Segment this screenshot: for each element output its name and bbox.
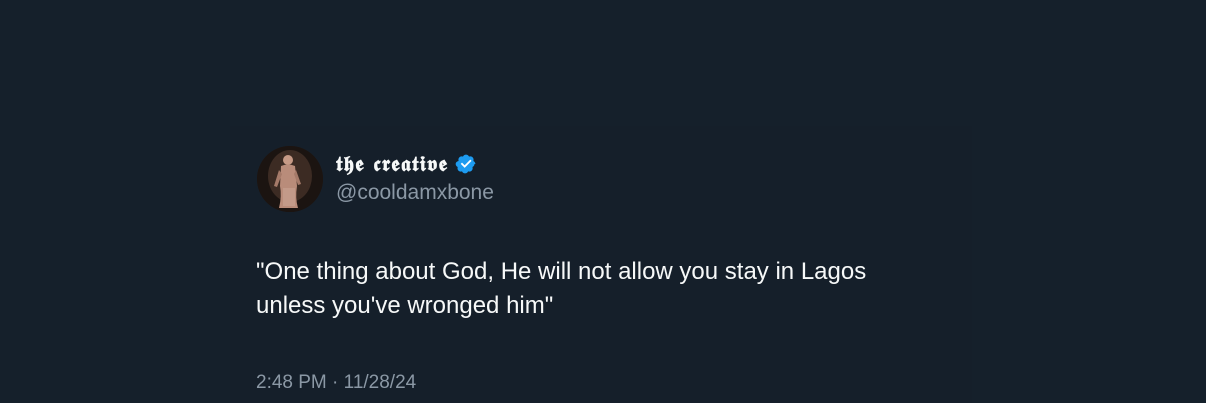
- tweet-timestamp[interactable]: 2:48 PM · 11/28/24: [256, 372, 416, 394]
- tweet-text-line: unless you've wronged him": [256, 292, 554, 319]
- author-handle[interactable]: @cooldamxbone: [336, 181, 494, 205]
- author-display-name-row[interactable]: 𝖙𝖍𝖊 𝖈𝖗𝖊𝖆𝖙𝖎𝖛𝖊: [336, 149, 477, 179]
- timestamp-separator: ·: [332, 372, 339, 393]
- avatar-photo: [257, 146, 323, 212]
- verified-badge-icon: [455, 153, 477, 175]
- avatar[interactable]: [257, 146, 323, 212]
- tweet-date: 11/28/24: [343, 372, 417, 393]
- tweet-time: 2:48 PM: [256, 372, 327, 393]
- author-display-name[interactable]: 𝖙𝖍𝖊 𝖈𝖗𝖊𝖆𝖙𝖎𝖛𝖊: [336, 151, 448, 177]
- tweet-text-line: "One thing about God, He will not allow …: [256, 258, 867, 285]
- tweet-text: "One thing about God, He will not allow …: [256, 255, 956, 323]
